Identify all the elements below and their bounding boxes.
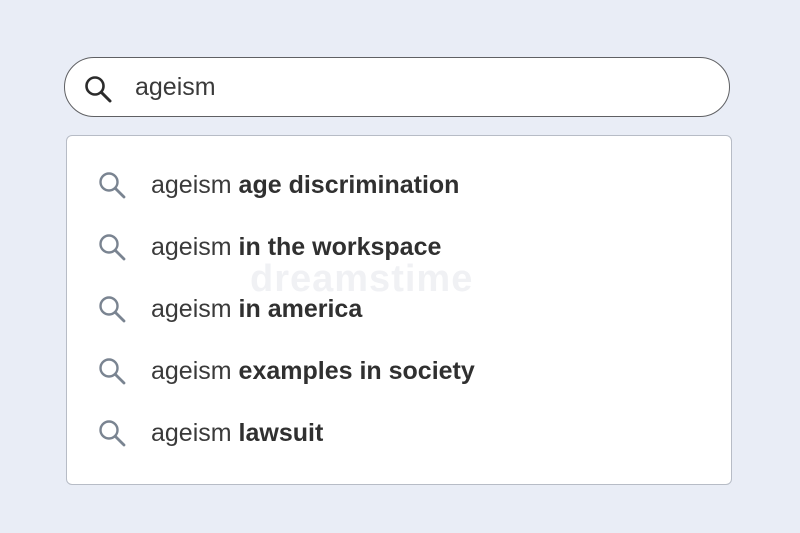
suggestion-item[interactable]: ageism in america — [67, 284, 731, 334]
search-icon — [99, 358, 126, 385]
suggestion-item[interactable]: ageism examples in society — [67, 346, 731, 396]
suggestion-text: ageism in america — [151, 294, 362, 324]
suggestion-text: ageism lawsuit — [151, 418, 323, 448]
search-icon — [99, 234, 126, 261]
suggestion-completion: age discrimination — [238, 171, 460, 199]
suggestion-query: ageism — [151, 295, 232, 323]
suggestion-text: ageism age discrimination — [151, 170, 459, 200]
suggestion-text: ageism examples in society — [151, 356, 475, 386]
suggestion-item[interactable]: ageism in the workspace — [67, 222, 731, 272]
suggestion-completion: in the workspace — [238, 233, 442, 261]
suggestion-completion: in america — [238, 295, 363, 323]
suggestions-dropdown: ageism age discrimination ageism in the … — [66, 135, 732, 485]
search-icon — [99, 172, 126, 199]
suggestion-item[interactable]: ageism age discrimination — [67, 160, 731, 210]
search-bar[interactable] — [64, 57, 730, 117]
suggestion-item[interactable]: ageism lawsuit — [67, 408, 731, 458]
suggestion-query: ageism — [151, 357, 232, 385]
search-icon[interactable] — [83, 74, 113, 104]
suggestion-completion: lawsuit — [238, 419, 324, 447]
suggestion-query: ageism — [151, 171, 232, 199]
search-icon — [99, 296, 126, 323]
suggestion-query: ageism — [151, 419, 232, 447]
suggestion-query: ageism — [151, 233, 232, 261]
search-input[interactable] — [135, 66, 695, 108]
suggestion-completion: examples in society — [238, 357, 475, 385]
search-icon — [99, 420, 126, 447]
suggestion-text: ageism in the workspace — [151, 232, 441, 262]
